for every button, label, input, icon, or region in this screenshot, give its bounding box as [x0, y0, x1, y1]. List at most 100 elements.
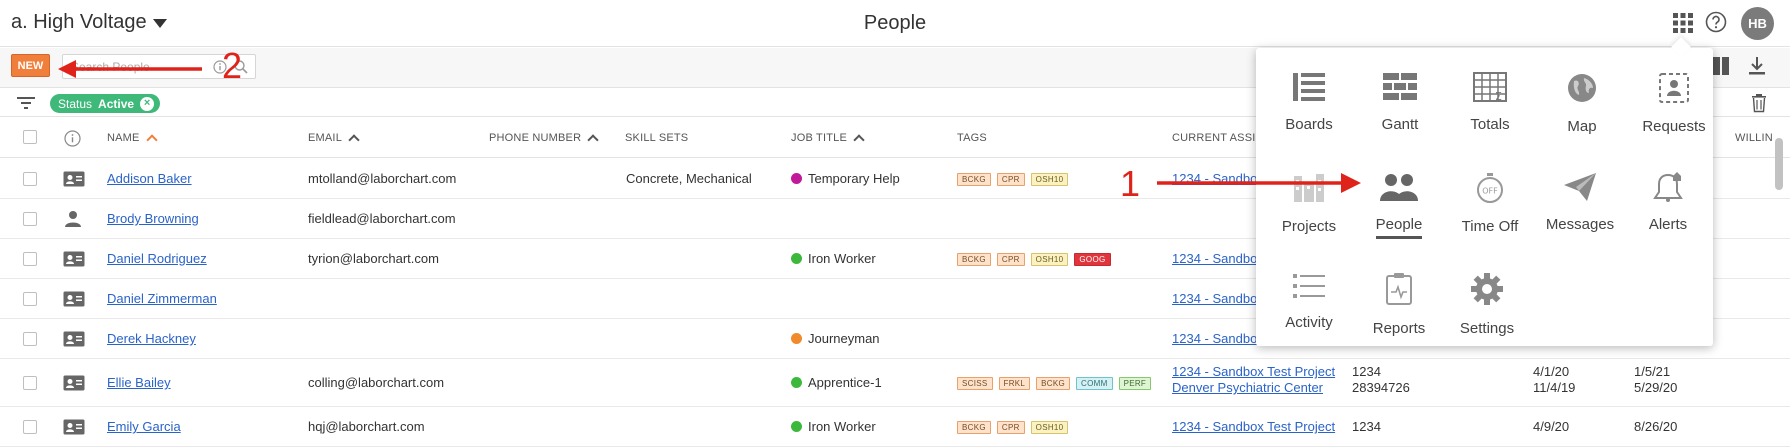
filter-icon[interactable]	[16, 95, 36, 111]
table-row[interactable]: Emily Garcia hqj@laborchart.com Iron Worke…	[0, 407, 1790, 447]
sort-asc-icon	[853, 134, 865, 146]
download-icon[interactable]	[1748, 56, 1766, 76]
sort-asc-icon	[145, 134, 158, 146]
row-checkbox[interactable]	[23, 376, 37, 390]
header-skill-sets[interactable]: SKILL SETS	[625, 132, 688, 144]
project-link[interactable]: 1234 - Sandbox Test Project	[1172, 364, 1335, 379]
tag-badge[interactable]: SCISS	[957, 377, 993, 390]
new-button[interactable]: NEW	[11, 54, 50, 77]
apps-menu-item-label: Settings	[1459, 320, 1515, 337]
svg-text:Σ: Σ	[1495, 90, 1502, 102]
header-current-assignment[interactable]: CURRENT ASSIG	[1172, 132, 1264, 144]
apps-menu-item-messages[interactable]: Messages	[1534, 154, 1626, 244]
row-checkbox[interactable]	[23, 252, 37, 266]
header-name[interactable]: NAME	[107, 132, 158, 146]
tag-badge[interactable]: BCKG	[957, 421, 991, 434]
apps-menu-item-label: Reports	[1372, 320, 1426, 337]
apps-menu-item-label: Projects	[1281, 218, 1337, 235]
close-icon[interactable]: ×	[140, 96, 155, 111]
tag-badge[interactable]: PERF	[1118, 377, 1152, 390]
info-icon	[64, 130, 81, 147]
tag-badge[interactable]: BCKG	[957, 253, 991, 266]
person-name-link[interactable]: Derek Hackney	[107, 331, 196, 346]
apps-menu-item-time-off[interactable]: OFF Time Off	[1444, 154, 1536, 244]
id-card-icon	[63, 171, 85, 187]
tags-cell: BCKG CPR OSH10 GOOG	[957, 253, 1111, 266]
tag-badge[interactable]: FRKL	[998, 377, 1031, 390]
person-name-link[interactable]: Ellie Bailey	[107, 375, 171, 390]
svg-text:OFF: OFF	[1482, 187, 1498, 196]
apps-menu-item-label: Totals	[1470, 116, 1510, 133]
org-selector[interactable]: a. High Voltage	[11, 11, 167, 34]
project-link[interactable]: 1234 - Sandbox Test Project	[1172, 419, 1335, 434]
trash-icon[interactable]	[1750, 93, 1768, 113]
tag-badge[interactable]: CPR	[996, 421, 1025, 434]
header-phone[interactable]: PHONE NUMBER	[489, 132, 599, 146]
project-link[interactable]: 1234 - Sandbox	[1172, 331, 1264, 346]
header-job-title[interactable]: JOB TITLE	[791, 132, 865, 146]
row-checkbox[interactable]	[23, 420, 37, 434]
apps-menu-item-label: Time Off	[1461, 218, 1519, 235]
apps-menu-item-label: Messages	[1545, 216, 1615, 233]
row-checkbox[interactable]	[23, 212, 37, 226]
boards-icon	[1292, 54, 1326, 107]
apps-grid-icon[interactable]	[1672, 12, 1694, 34]
job-color-dot	[791, 253, 802, 264]
project-link[interactable]: Denver Psychiatric Center	[1172, 380, 1323, 395]
tag-badge[interactable]: BCKG	[957, 173, 991, 186]
tag-badge[interactable]: CPR	[996, 253, 1025, 266]
apps-menu-item-label: Alerts	[1648, 216, 1688, 233]
apps-menu-item-label: Map	[1567, 118, 1597, 135]
project-number-cell: 1234	[1352, 364, 1381, 379]
apps-menu-item-activity[interactable]: Activity	[1263, 254, 1355, 344]
status-filter-chip[interactable]: Status Active ×	[50, 94, 161, 113]
select-all-checkbox[interactable]	[23, 130, 37, 144]
help-icon[interactable]	[1705, 11, 1727, 33]
apps-menu-item-alerts[interactable]: Alerts	[1622, 154, 1714, 244]
project-link[interactable]: 1234 - Sandbox	[1172, 251, 1264, 266]
apps-menu-item-map[interactable]: Map	[1536, 54, 1628, 144]
job-title-cell: Iron Worker	[791, 251, 876, 266]
end-date-cell: 1/5/21	[1634, 364, 1671, 379]
apps-menu-item-boards[interactable]: Boards	[1263, 54, 1355, 144]
end-date-cell: 5/29/20	[1634, 380, 1678, 395]
header-willing[interactable]: WILLIN	[1735, 132, 1773, 144]
row-checkbox[interactable]	[23, 332, 37, 346]
row-checkbox[interactable]	[23, 172, 37, 186]
apps-menu-item-requests[interactable]: Requests	[1628, 54, 1720, 144]
project-link[interactable]: 1234 - Sandbox	[1172, 291, 1264, 306]
vertical-scrollbar[interactable]	[1775, 138, 1783, 190]
tag-badge[interactable]: OSH10	[1030, 253, 1069, 266]
id-card-icon	[63, 251, 85, 267]
person-name-link[interactable]: Emily Garcia	[107, 419, 181, 434]
header-email[interactable]: EMAIL	[308, 132, 360, 146]
apps-menu-item-label: Boards	[1285, 116, 1333, 133]
page-title: People	[863, 12, 927, 34]
tag-badge[interactable]: COMM	[1076, 377, 1113, 390]
job-color-dot	[791, 377, 802, 388]
tag-badge[interactable]: OSH10	[1030, 421, 1069, 434]
apps-menu-item-label: Requests	[1642, 118, 1706, 135]
table-row[interactable]: Ellie Bailey colling@laborchart.com Appren…	[0, 359, 1790, 407]
sort-asc-icon	[587, 134, 599, 146]
avatar[interactable]: HB	[1741, 7, 1774, 40]
person-name-link[interactable]: Daniel Zimmerman	[107, 291, 217, 306]
job-color-dot	[791, 173, 802, 184]
person-name-link[interactable]: Daniel Rodriguez	[107, 251, 207, 266]
person-name-link[interactable]: Brody Browning	[107, 211, 199, 226]
person-name-link[interactable]: Addison Baker	[107, 171, 192, 186]
apps-menu-item-people[interactable]: People	[1353, 154, 1445, 244]
requests-icon	[1658, 54, 1690, 109]
tag-badge[interactable]: GOOG	[1074, 253, 1111, 266]
apps-menu-item-settings[interactable]: Settings	[1441, 254, 1533, 344]
tag-badge[interactable]: BCKG	[1036, 377, 1071, 390]
email-cell: mtolland@laborchart.com	[308, 171, 457, 186]
email-cell: hqj@laborchart.com	[308, 419, 425, 434]
apps-menu-item-reports[interactable]: Reports	[1353, 254, 1445, 344]
apps-menu-item-gantt[interactable]: Gantt	[1354, 54, 1446, 144]
row-checkbox[interactable]	[23, 292, 37, 306]
tag-badge[interactable]: OSH10	[1030, 173, 1069, 186]
tag-badge[interactable]: CPR	[996, 173, 1025, 186]
header-tags[interactable]: TAGS	[957, 132, 987, 144]
apps-menu-item-totals[interactable]: Σ Totals	[1444, 54, 1536, 144]
